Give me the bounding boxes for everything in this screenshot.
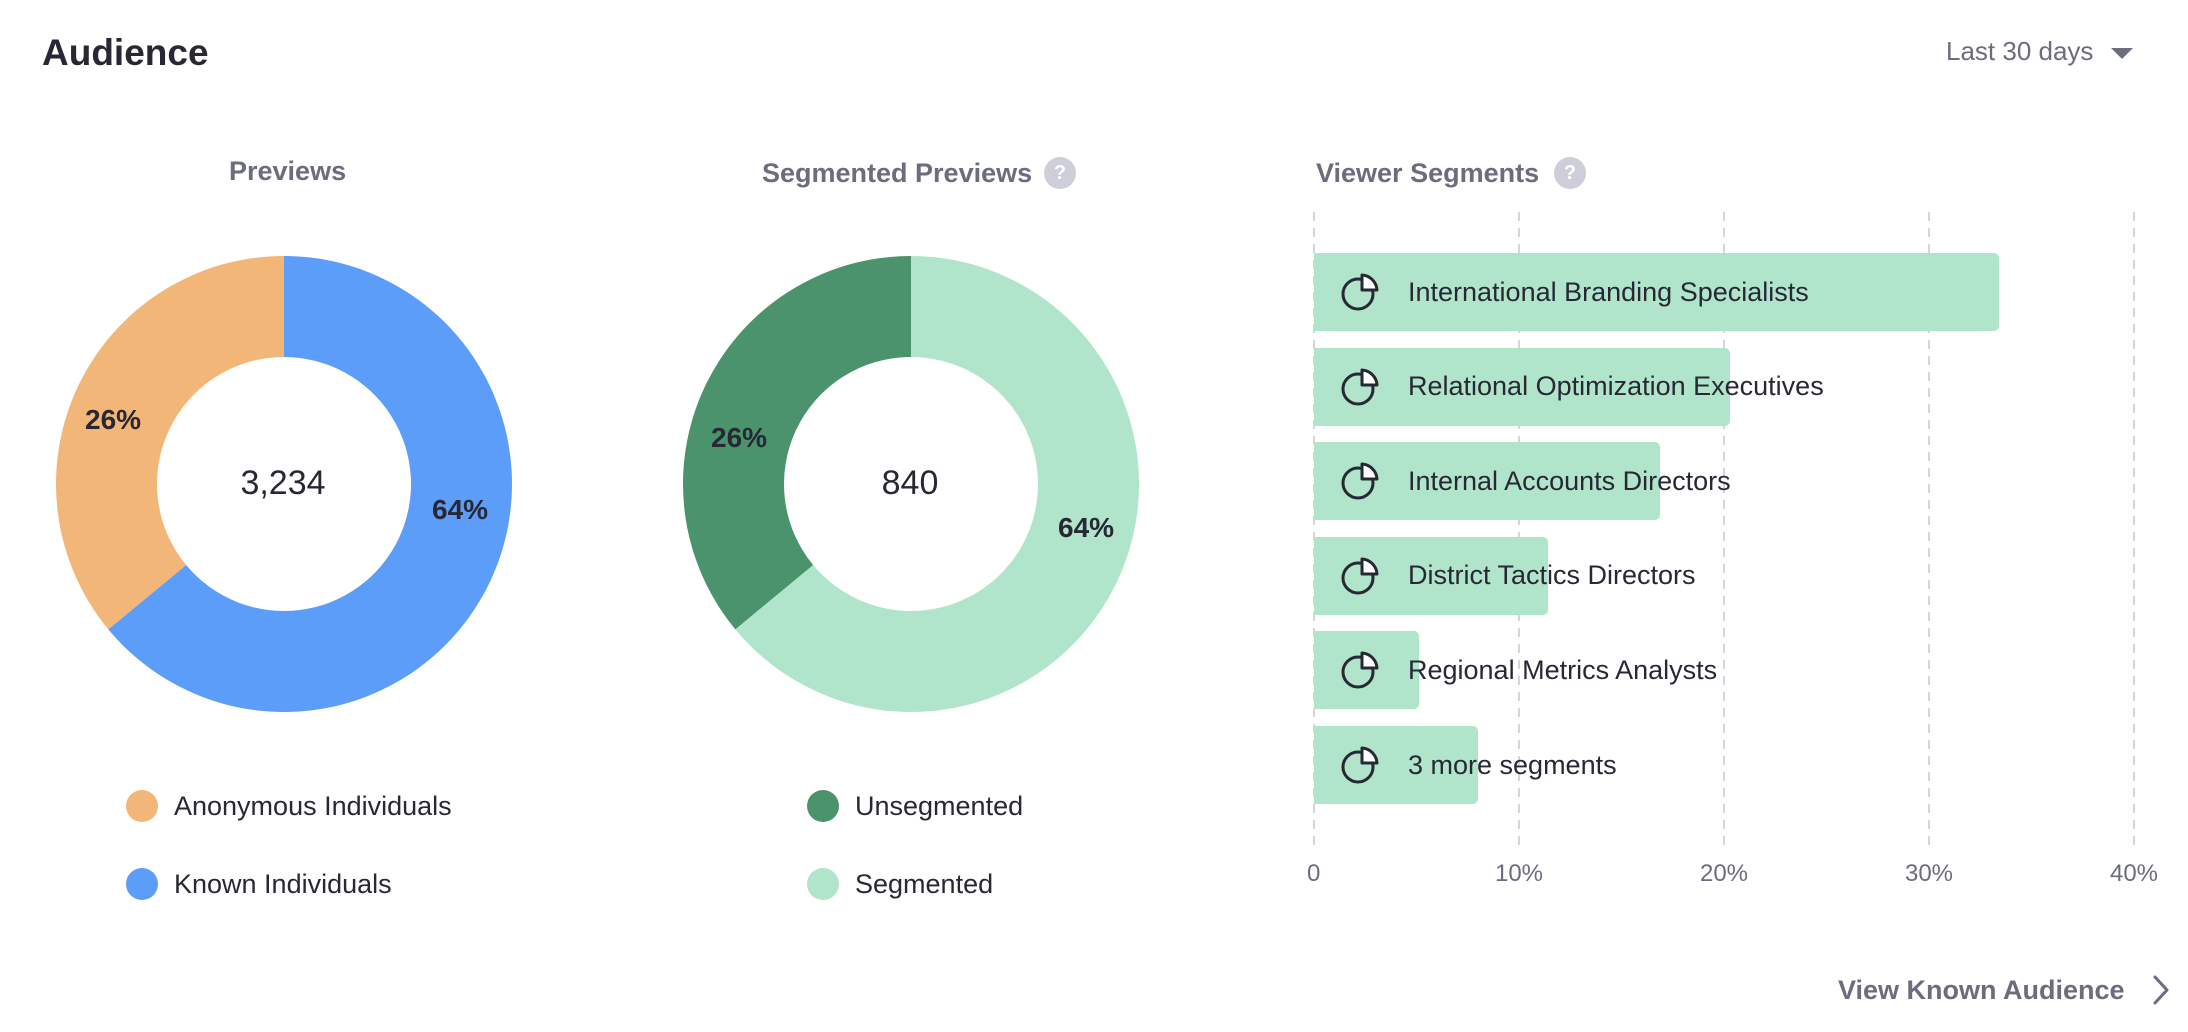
pie-chart-icon bbox=[1340, 272, 1380, 312]
view-known-audience-label: View Known Audience bbox=[1838, 974, 2125, 1005]
segment-bar-label: International Branding Specialists bbox=[1408, 276, 1809, 307]
segment-bar-label: 3 more segments bbox=[1408, 749, 1617, 780]
segment-bar-row[interactable]: International Branding Specialists bbox=[1314, 253, 1999, 331]
segment-bar-row[interactable]: 3 more segments bbox=[1314, 726, 1617, 804]
segment-bar-label: Regional Metrics Analysts bbox=[1408, 654, 1718, 685]
view-known-audience-link[interactable]: View Known Audience bbox=[1838, 974, 2171, 1006]
pie-chart-icon bbox=[1340, 461, 1380, 501]
segment-bar-row[interactable]: Internal Accounts Directors bbox=[1314, 442, 1731, 521]
segment-bar-row[interactable]: Regional Metrics Analysts bbox=[1314, 631, 1718, 710]
pie-chart-icon bbox=[1340, 745, 1380, 785]
segment-bar-row[interactable]: Relational Optimization Executives bbox=[1314, 347, 1824, 426]
pie-chart-icon bbox=[1340, 556, 1380, 596]
chevron-right-icon bbox=[2153, 975, 2169, 1005]
bar-chart-gridlines bbox=[1313, 212, 2135, 845]
x-tick-label: 10% bbox=[1494, 860, 1544, 887]
pie-chart-icon bbox=[1340, 650, 1380, 690]
segment-bar-row[interactable]: District Tactics Directors bbox=[1314, 536, 1696, 615]
segment-bar-label: Relational Optimization Executives bbox=[1408, 371, 1824, 402]
x-tick-label: 20% bbox=[1699, 860, 1749, 887]
x-tick-label: 40% bbox=[2109, 860, 2159, 887]
segment-bar-label: Internal Accounts Directors bbox=[1408, 465, 1731, 496]
pie-chart-icon bbox=[1340, 367, 1380, 407]
segment-bar-label: District Tactics Directors bbox=[1408, 560, 1696, 591]
x-tick-label: 30% bbox=[1904, 860, 1954, 887]
x-tick-label: 0 bbox=[1307, 860, 1321, 887]
